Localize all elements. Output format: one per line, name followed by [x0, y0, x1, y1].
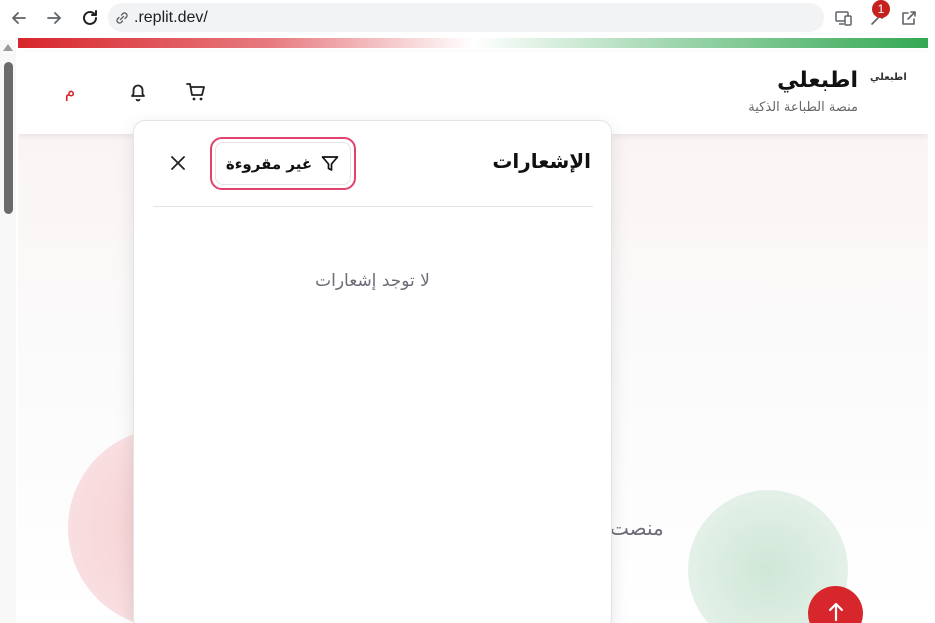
- back-button[interactable]: [7, 6, 31, 30]
- arrow-up-icon: [828, 602, 843, 622]
- notifications-panel: الإشعارات غير مقروءة لا توجد إشعارات: [133, 120, 612, 623]
- cart-button[interactable]: [184, 80, 208, 104]
- panel-divider: [153, 206, 593, 207]
- reload-icon: [83, 10, 97, 25]
- scrollbar-thumb[interactable]: [4, 62, 13, 214]
- site-info-icon[interactable]: [114, 10, 130, 26]
- notifications-title: الإشعارات: [492, 149, 591, 173]
- extension-badge: 1: [872, 0, 890, 18]
- browser-toolbar: .replit.dev/ 1: [0, 0, 935, 36]
- arrow-right-icon: [47, 12, 61, 24]
- close-button[interactable]: [168, 153, 188, 173]
- unread-filter-label: غير مقروءة: [225, 154, 313, 173]
- forward-button[interactable]: [42, 6, 66, 30]
- url-text: .replit.dev/: [134, 8, 208, 26]
- brand-tagline: منصة الطباعة الذكية: [748, 100, 858, 115]
- address-bar[interactable]: .replit.dev/: [108, 3, 824, 32]
- bell-icon: [131, 84, 145, 102]
- brand-name[interactable]: اطبعلي: [777, 68, 858, 93]
- cart-icon: [186, 83, 205, 101]
- close-icon: [171, 156, 185, 170]
- notifications-button[interactable]: [126, 80, 150, 104]
- hero-heading: منصت: [610, 516, 664, 540]
- reload-button[interactable]: [78, 6, 102, 30]
- empty-state-message: لا توجد إشعارات: [315, 271, 430, 291]
- open-in-new-tab-button[interactable]: [897, 6, 921, 30]
- scroll-up-arrow[interactable]: [3, 44, 13, 51]
- filter-icon: [321, 155, 339, 171]
- arrow-left-icon: [12, 12, 26, 24]
- flag-gradient-bar: [18, 38, 928, 48]
- devices-button[interactable]: [832, 6, 856, 30]
- user-avatar[interactable]: م: [58, 80, 82, 104]
- external-link-icon: [902, 11, 916, 25]
- brand-logo[interactable]: اطبعلي: [870, 72, 907, 83]
- unread-filter-button[interactable]: غير مقروءة: [215, 142, 351, 185]
- devices-icon: [835, 11, 852, 26]
